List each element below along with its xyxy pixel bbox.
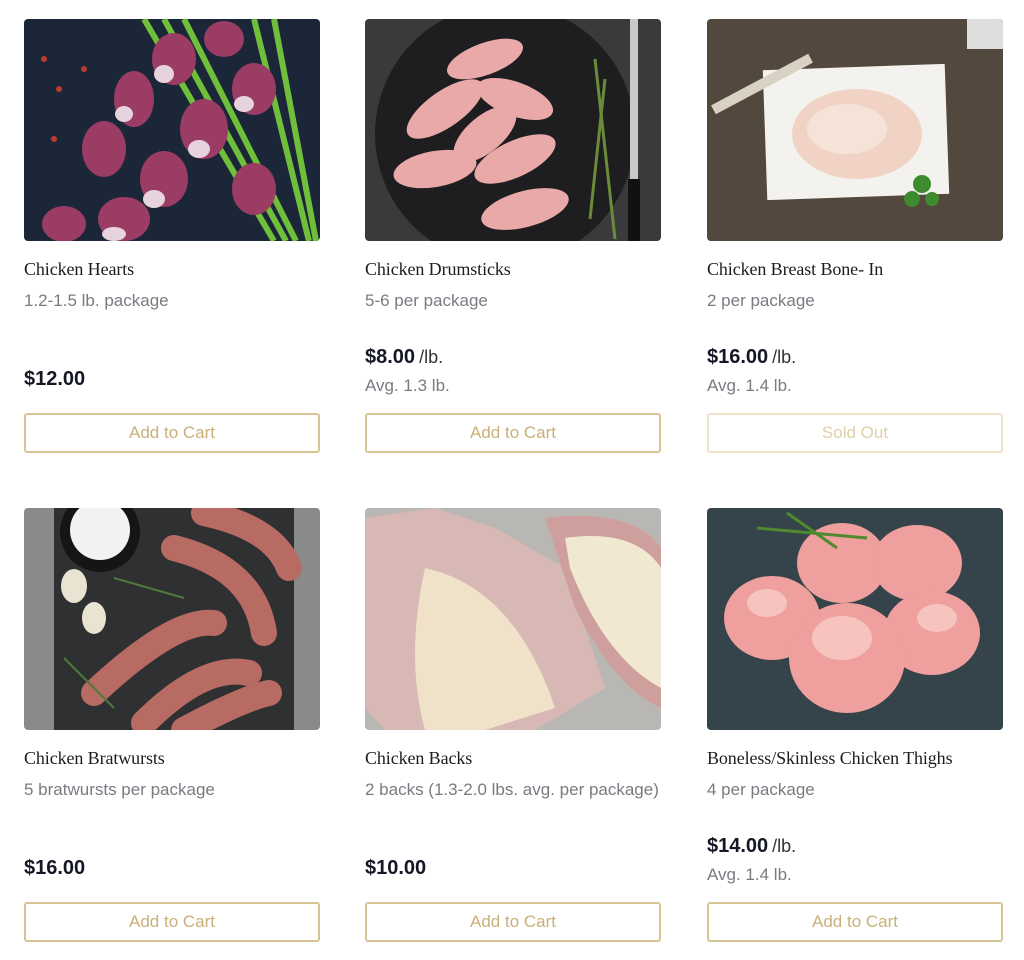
product-title[interactable]: Chicken Breast Bone- In xyxy=(707,259,883,280)
product-card: Chicken Hearts 1.2-1.5 lb. package $12.0… xyxy=(24,19,320,453)
price-line: $12.00 xyxy=(24,368,85,391)
chicken-breast-photo xyxy=(707,19,1003,241)
price-line: $8.00/lb. xyxy=(365,346,443,369)
product-card: Chicken Breast Bone- In 2 per package $1… xyxy=(707,19,1003,453)
product-price: $16.00 xyxy=(707,346,769,368)
add-to-cart-button[interactable]: Add to Cart xyxy=(24,413,320,453)
chicken-hearts-photo xyxy=(24,19,320,241)
product-image[interactable] xyxy=(707,508,1003,730)
product-image[interactable] xyxy=(24,508,320,730)
product-price: $10.00 xyxy=(365,857,427,879)
product-description: 2 per package xyxy=(707,291,815,310)
product-card: Chicken Bratwursts 5 bratwursts per pack… xyxy=(24,508,320,942)
chicken-drumsticks-photo xyxy=(365,19,661,241)
price-line: $16.00 xyxy=(24,857,85,880)
chicken-thighs-photo xyxy=(707,508,1003,730)
product-image[interactable] xyxy=(707,19,1003,241)
product-price: $8.00 xyxy=(365,346,416,368)
product-card: Chicken Backs 2 backs (1.3-2.0 lbs. avg.… xyxy=(365,508,661,942)
chicken-bratwursts-photo xyxy=(24,508,320,730)
price-unit: /lb. xyxy=(772,347,797,367)
product-price: $14.00 xyxy=(707,835,769,857)
price-unit: /lb. xyxy=(419,347,444,367)
product-title[interactable]: Boneless/Skinless Chicken Thighs xyxy=(707,748,953,769)
product-card: Boneless/Skinless Chicken Thighs 4 per p… xyxy=(707,508,1003,942)
product-description: 2 backs (1.3-2.0 lbs. avg. per package) xyxy=(365,780,659,799)
product-title[interactable]: Chicken Drumsticks xyxy=(365,259,511,280)
chicken-backs-photo xyxy=(365,508,661,730)
add-to-cart-button[interactable]: Add to Cart xyxy=(365,902,661,942)
product-price: $16.00 xyxy=(24,857,86,879)
product-price: $12.00 xyxy=(24,368,86,390)
product-description: 5-6 per package xyxy=(365,291,488,310)
product-title[interactable]: Chicken Bratwursts xyxy=(24,748,165,769)
product-title[interactable]: Chicken Backs xyxy=(365,748,472,769)
price-line: $10.00 xyxy=(365,857,426,880)
add-to-cart-button[interactable]: Add to Cart xyxy=(707,902,1003,942)
price-line: $14.00/lb. xyxy=(707,835,796,858)
average-weight: Avg. 1.3 lb. xyxy=(365,376,450,395)
sold-out-button[interactable]: Sold Out xyxy=(707,413,1003,453)
product-title[interactable]: Chicken Hearts xyxy=(24,259,134,280)
product-image[interactable] xyxy=(365,19,661,241)
product-image[interactable] xyxy=(365,508,661,730)
price-unit: /lb. xyxy=(772,836,797,856)
add-to-cart-button[interactable]: Add to Cart xyxy=(24,902,320,942)
product-image[interactable] xyxy=(24,19,320,241)
product-description: 4 per package xyxy=(707,780,815,799)
average-weight: Avg. 1.4 lb. xyxy=(707,865,792,884)
price-line: $16.00/lb. xyxy=(707,346,796,369)
add-to-cart-button[interactable]: Add to Cart xyxy=(365,413,661,453)
product-description: 1.2-1.5 lb. package xyxy=(24,291,169,310)
average-weight: Avg. 1.4 lb. xyxy=(707,376,792,395)
product-card: Chicken Drumsticks 5-6 per package $8.00… xyxy=(365,19,661,453)
product-description: 5 bratwursts per package xyxy=(24,780,215,799)
